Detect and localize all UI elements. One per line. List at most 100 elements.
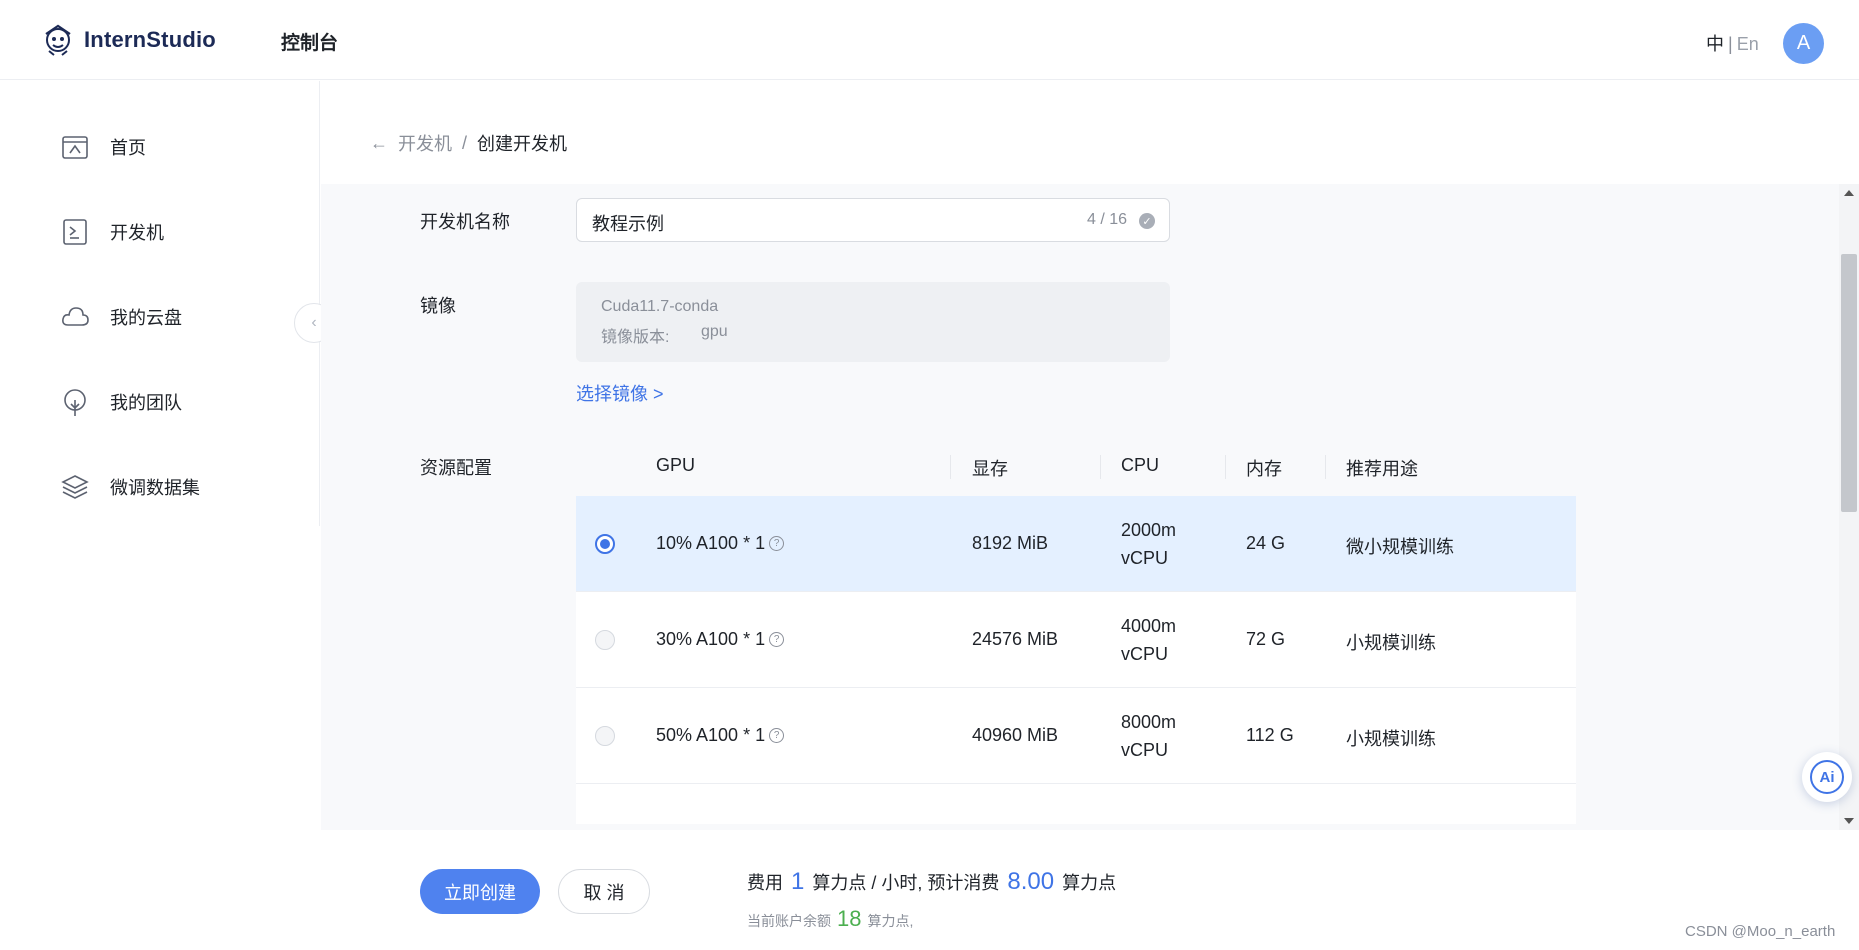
column-divider [1100,455,1101,479]
image-version-label: 镜像版本: [601,329,670,346]
cost-total: 8.00 [1007,868,1055,895]
cpu-unit: vCPU [1121,740,1169,760]
sidebar: 首页 开发机 我的云盘 我的团队 微调数据集 [0,81,320,526]
ai-icon: Ai [1810,760,1844,794]
column-header-memory: 内存 [1246,459,1282,479]
vram-cell: 8192 MiB [972,533,1049,553]
sidebar-item-label: 我的团队 [110,393,182,413]
breadcrumb-parent[interactable]: 开发机 [398,130,452,156]
cost-rate-unit: 算力点 / 小时, 预计消费 [812,873,1000,893]
help-icon[interactable]: ? [769,631,785,647]
cpu-value: 2000m [1121,520,1177,540]
row-radio-selected[interactable] [595,534,615,554]
resource-table: GPU 显存 CPU 内存 推荐用途 10% A100 * 1? 8192 Mi… [576,438,1576,824]
sidebar-item-label: 我的云盘 [110,308,182,328]
row-radio[interactable] [595,630,615,650]
table-row[interactable]: 10% A100 * 1? 8192 MiB 2000m vCPU 24 G 微小… [576,496,1576,592]
scrollbar-thumb[interactable] [1841,254,1857,512]
cpu-unit: vCPU [1121,548,1169,568]
column-header-gpu: GPU [656,455,696,475]
cost-summary: 费用 1 算力点 / 小时, 预计消费 8.00 算力点 [747,868,1116,896]
breadcrumb-current: 创建开发机 [477,134,568,154]
balance-unit: 算力点, [867,913,914,929]
ai-assistant-button[interactable]: Ai [1802,752,1852,802]
account-balance: 当前账户余额 18 算力点, [747,906,913,932]
breadcrumb: ← 开发机 / 创建开发机 [370,130,567,156]
column-divider [950,455,951,479]
resource-label: 资源配置 [420,458,492,478]
lang-en[interactable]: En [1737,34,1759,54]
cost-total-unit: 算力点 [1062,873,1117,893]
form-scroll-area: 开发机名称 教程示例 4 / 16 ✓ 镜像 Cuda11.7-conda 镜像… [321,184,1839,830]
image-name: Cuda11.7-conda [601,298,719,315]
home-icon [62,136,88,159]
memory-cell: 24 G [1246,533,1286,553]
select-image-link[interactable]: 选择镜像 > [576,380,664,406]
lang-separator: | [1728,34,1733,54]
gpu-spec: 30% A100 * 1 [656,629,766,649]
cpu-cell: 2000m vCPU [1121,516,1176,572]
console-title[interactable]: 控制台 [281,28,338,55]
usage-cell: 小规模训练 [1346,633,1436,653]
usage-cell: 微小规模训练 [1346,537,1454,557]
back-arrow-icon[interactable]: ← [370,133,388,154]
scroll-up-arrow-icon[interactable] [1844,190,1854,196]
machine-name-input[interactable]: 教程示例 4 / 16 ✓ [576,198,1170,242]
column-divider [1325,455,1326,479]
scroll-down-arrow-icon[interactable] [1844,818,1854,824]
gpu-cell: 50% A100 * 1? [656,725,785,746]
layers-icon [61,475,89,499]
column-header-cpu: CPU [1121,455,1160,475]
usage-cell: 小规模训练 [1346,729,1436,749]
sidebar-item-team[interactable]: 我的团队 [60,387,182,417]
intern-mascot-icon [45,24,71,56]
lang-zh[interactable]: 中 [1706,34,1724,54]
cpu-unit: vCPU [1121,644,1169,664]
table-row[interactable]: 30% A100 * 1? 24576 MiB 4000m vCPU 72 G 小… [576,592,1576,688]
cost-prefix: 费用 [747,873,783,893]
char-counter: 4 / 16 [1086,211,1127,228]
row-radio[interactable] [595,726,615,746]
gpu-cell: 30% A100 * 1? [656,629,785,650]
cloud-icon [62,307,89,326]
table-row-partial[interactable] [576,784,1576,824]
cancel-button[interactable]: 取 消 [558,869,650,914]
memory-cell: 72 G [1246,629,1286,649]
cpu-value: 4000m [1121,616,1177,636]
sidebar-item-finetune-datasets[interactable]: 微调数据集 [60,472,200,502]
footer-bar: 立即创建 取 消 费用 1 算力点 / 小时, 预计消费 8.00 算力点 当前… [0,830,1859,950]
team-icon [64,389,86,416]
help-icon[interactable]: ? [769,535,785,551]
image-label: 镜像 [420,296,456,316]
vram-cell: 24576 MiB [972,629,1059,649]
logo[interactable]: InternStudio [40,22,216,58]
cost-rate: 1 [791,868,805,895]
column-header-usage: 推荐用途 [1346,459,1418,479]
language-switcher: 中 | En [1706,30,1759,56]
watermark: CSDN @Moo_n_earth [1685,923,1836,940]
avatar[interactable]: A [1783,23,1824,64]
column-divider [1225,455,1226,479]
create-now-button[interactable]: 立即创建 [420,869,540,914]
check-circle-icon: ✓ [1139,213,1155,229]
breadcrumb-separator: / [462,132,468,153]
cpu-cell: 8000m vCPU [1121,708,1176,764]
sidebar-item-home[interactable]: 首页 [60,132,146,162]
cpu-cell: 4000m vCPU [1121,612,1176,668]
vertical-scrollbar[interactable] [1839,184,1859,830]
memory-cell: 112 G [1246,725,1294,745]
sidebar-item-label: 开发机 [110,223,164,243]
name-label: 开发机名称 [420,212,510,232]
column-header-vram: 显存 [972,459,1008,479]
sidebar-item-devmachine[interactable]: 开发机 [60,217,164,247]
machine-name-value: 教程示例 [592,214,664,234]
balance-prefix: 当前账户余额 [747,913,831,929]
sidebar-item-label: 微调数据集 [110,478,200,498]
table-row[interactable]: 50% A100 * 1? 40960 MiB 8000m vCPU 112 G … [576,688,1576,784]
logo-text: InternStudio [84,27,216,52]
sidebar-item-cloud-disk[interactable]: 我的云盘 [60,302,182,332]
top-header: InternStudio 控制台 中 | En A [0,0,1859,80]
image-version-value: gpu [701,323,728,340]
sidebar-item-label: 首页 [110,138,146,158]
help-icon[interactable]: ? [769,727,785,743]
